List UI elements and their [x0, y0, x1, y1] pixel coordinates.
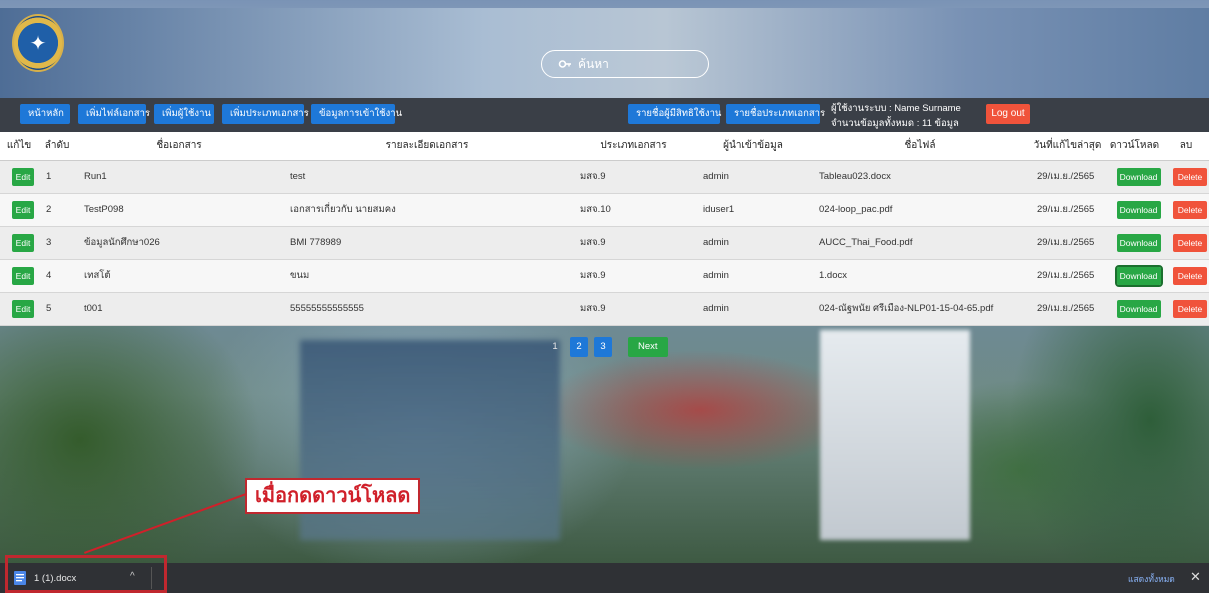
cell-last-modified: 29/เม.ย./2565 [1029, 160, 1106, 194]
cell-no: 2 [38, 193, 76, 227]
table-row: Edit 2 TestP098 เอกสารเกี่ยวกับ นายสมคง … [0, 193, 1209, 227]
cell-uploader: iduser1 [695, 193, 811, 227]
annotation-label: เมื่อกดดาวน์โหลด [245, 478, 421, 514]
page-current: 1 [552, 341, 558, 352]
table-row: Edit 4 เทสโต้ ขนม มสจ.9 admin 1.docx 29/… [0, 259, 1209, 293]
cell-doc-type: มสจ.9 [572, 292, 695, 326]
nav-authorized-users-button[interactable]: รายชื่อผู้มีสิทธิใช้งาน [628, 104, 721, 124]
cell-uploader: admin [695, 292, 811, 326]
show-all-downloads-link[interactable]: แสดงทั้งหมด [1128, 572, 1175, 586]
background-building-right [820, 330, 970, 540]
next-page-button[interactable]: Next [628, 337, 668, 357]
download-button[interactable]: Download [1114, 264, 1163, 287]
annotation-highlight-box [5, 555, 167, 593]
cell-doc-name: ข้อมูลนักศึกษา026 [76, 226, 282, 260]
delete-button[interactable]: Delete [1173, 233, 1207, 252]
cell-uploader: admin [695, 160, 811, 194]
cell-file-name: 024-ณัฐพนัย ศรีเมือง-NLP01-15-04-65.pdf [811, 292, 1029, 326]
close-icon[interactable]: ✕ [1190, 569, 1201, 585]
cell-last-modified: 29/เม.ย./2565 [1029, 259, 1106, 293]
edit-button[interactable]: Edit [12, 266, 34, 285]
current-user: ผู้ใช้งานระบบ : Name Surname [831, 103, 961, 114]
table-row: Edit 5 t001 55555555555555 มสจ.9 admin 0… [0, 292, 1209, 326]
nav-access-log-button[interactable]: ข้อมูลการเข้าใช้งาน [311, 104, 402, 124]
header-download: ดาวน์โหลด [1106, 132, 1163, 161]
edit-button[interactable]: Edit [12, 299, 34, 318]
cell-last-modified: 29/เม.ย./2565 [1029, 193, 1106, 227]
header-delete: ลบ [1163, 132, 1209, 161]
page-3-button[interactable]: 3 [594, 337, 612, 357]
cell-doc-detail: test [282, 160, 572, 194]
table-row: Edit 1 Run1 test มสจ.9 admin Tableau023.… [0, 160, 1209, 194]
delete-button[interactable]: Delete [1173, 299, 1207, 318]
download-button[interactable]: Download [1116, 299, 1161, 318]
cell-doc-name: TestP098 [76, 193, 282, 227]
header-edit: แก้ไข [0, 132, 38, 161]
search-label: ค้นหา [578, 56, 609, 71]
university-logo: ✦ [12, 14, 64, 72]
cell-uploader: admin [695, 226, 811, 260]
search-key-icon [558, 60, 571, 68]
browser-download-bar: 1 (1).docx ^ แสดงทั้งหมด ✕ [0, 563, 1209, 593]
cell-last-modified: 29/เม.ย./2565 [1029, 226, 1106, 260]
cell-file-name: Tableau023.docx [811, 160, 1029, 194]
cell-doc-detail: ขนม [282, 259, 572, 293]
nav-add-user-button[interactable]: เพิ่มผู้ใช้งาน [154, 104, 214, 124]
table-row: Edit 3 ข้อมูลนักศึกษา026 BMI 778989 มสจ.… [0, 226, 1209, 260]
delete-button[interactable]: Delete [1173, 266, 1207, 285]
record-count: จำนวนข้อมูลทั้งหมด : 11 ข้อมูล [831, 118, 959, 129]
download-button[interactable]: Download [1116, 200, 1161, 219]
download-button[interactable]: Download [1116, 167, 1161, 186]
cell-file-name: 024-loop_pac.pdf [811, 193, 1029, 227]
header-uploader: ผู้นำเข้าข้อมูล [695, 132, 811, 161]
logout-button[interactable]: Log out [986, 104, 1030, 124]
table-header-row: แก้ไข ลำดับ ชื่อเอกสาร รายละเอียดเอกสาร … [0, 132, 1209, 161]
header-file-name: ชื่อไฟล์ [811, 132, 1029, 161]
documents-table: แก้ไข ลำดับ ชื่อเอกสาร รายละเอียดเอกสาร … [0, 132, 1209, 326]
nav-doc-types-list-button[interactable]: รายชื่อประเภทเอกสาร [726, 104, 825, 124]
cell-doc-name: เทสโต้ [76, 259, 282, 293]
download-button[interactable]: Download [1116, 233, 1161, 252]
nav-add-doc-type-button[interactable]: เพิ่มประเภทเอกสาร [222, 104, 309, 124]
header-doc-type: ประเภทเอกสาร [572, 132, 695, 161]
cell-doc-type: มสจ.9 [572, 226, 695, 260]
edit-button[interactable]: Edit [12, 233, 34, 252]
nav-home-button[interactable]: หน้าหลัก [20, 104, 70, 124]
cell-file-name: 1.docx [811, 259, 1029, 293]
cell-doc-name: t001 [76, 292, 282, 326]
edit-button[interactable]: Edit [12, 167, 34, 186]
cell-uploader: admin [695, 259, 811, 293]
cell-doc-name: Run1 [76, 160, 282, 194]
delete-button[interactable]: Delete [1173, 167, 1207, 186]
cell-doc-detail: 55555555555555 [282, 292, 572, 326]
header-no: ลำดับ [38, 132, 76, 161]
cell-doc-detail: เอกสารเกี่ยวกับ นายสมคง [282, 193, 572, 227]
cell-no: 3 [38, 226, 76, 260]
cell-doc-type: มสจ.9 [572, 160, 695, 194]
delete-button[interactable]: Delete [1173, 200, 1207, 219]
header-doc-detail: รายละเอียดเอกสาร [282, 132, 572, 161]
cell-no: 4 [38, 259, 76, 293]
cell-no: 5 [38, 292, 76, 326]
cell-doc-type: มสจ.9 [572, 259, 695, 293]
search-button[interactable]: ค้นหา [541, 50, 709, 78]
header-last-modified: วันที่แก้ไขล่าสุด [1029, 132, 1106, 161]
cell-no: 1 [38, 160, 76, 194]
user-info: ผู้ใช้งานระบบ : Name Surname จำนวนข้อมูล… [831, 101, 961, 131]
cell-doc-type: มสจ.10 [572, 193, 695, 227]
edit-button[interactable]: Edit [12, 200, 34, 219]
header-doc-name: ชื่อเอกสาร [76, 132, 282, 161]
cell-file-name: AUCC_Thai_Food.pdf [811, 226, 1029, 260]
cell-doc-detail: BMI 778989 [282, 226, 572, 260]
pagination: 1 2 3 Next [546, 337, 668, 357]
cell-last-modified: 29/เม.ย./2565 [1029, 292, 1106, 326]
page-2-button[interactable]: 2 [570, 337, 588, 357]
nav-add-file-button[interactable]: เพิ่มไฟล์เอกสาร [78, 104, 150, 124]
